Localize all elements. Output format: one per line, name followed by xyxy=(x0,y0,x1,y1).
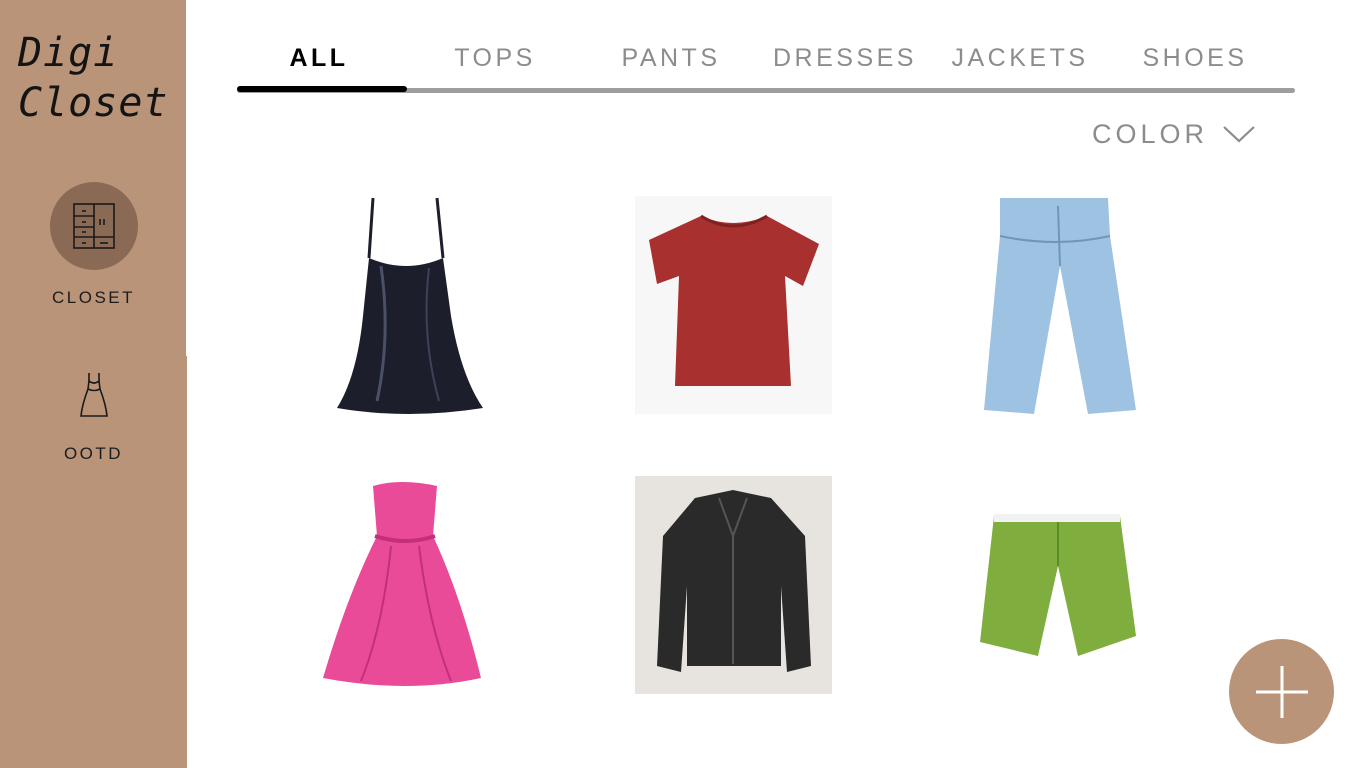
green-shorts-image xyxy=(960,476,1157,694)
tab-tops[interactable]: TOPS xyxy=(407,44,583,73)
wardrobe-icon xyxy=(72,203,115,249)
plus-icon xyxy=(1255,665,1308,718)
clothing-item-leather-jacket[interactable] xyxy=(635,476,832,694)
sidebar-item-label: OOTD xyxy=(63,444,124,463)
sidebar-item-closet[interactable]: CLOSET xyxy=(0,182,187,308)
ootd-icon-wrap xyxy=(69,370,119,420)
sidebar-divider xyxy=(186,0,187,356)
camisole-image xyxy=(311,196,508,414)
color-filter-label: COLOR xyxy=(1092,118,1209,149)
chevron-down-icon xyxy=(1223,126,1255,143)
dress-icon xyxy=(79,373,108,417)
tab-active-indicator xyxy=(237,86,407,92)
sidebar-item-label: CLOSET xyxy=(51,288,136,307)
tab-pants[interactable]: PANTS xyxy=(583,44,759,73)
app-title-line1: Digi xyxy=(18,30,119,76)
leather-jacket-image xyxy=(635,476,832,694)
sidebar-item-ootd[interactable]: OOTD xyxy=(0,370,187,464)
app-logo: Digi Closet xyxy=(18,28,169,128)
tab-shoes[interactable]: SHOES xyxy=(1107,44,1283,73)
app-title-line2: Closet xyxy=(18,80,169,126)
tab-dresses[interactable]: DRESSES xyxy=(757,44,933,73)
tab-jackets[interactable]: JACKETS xyxy=(932,44,1108,73)
clothing-item-camisole[interactable] xyxy=(311,196,508,414)
category-tabs: ALL TOPS PANTS DRESSES JACKETS SHOES xyxy=(237,44,1297,96)
jeans-image xyxy=(960,196,1157,414)
pink-dress-image xyxy=(311,476,508,694)
add-item-button[interactable] xyxy=(1229,639,1334,744)
color-filter-dropdown[interactable]: COLOR xyxy=(1092,116,1256,152)
clothing-item-green-shorts[interactable] xyxy=(960,476,1157,694)
clothing-item-jeans[interactable] xyxy=(960,196,1157,414)
clothing-item-tshirt[interactable] xyxy=(635,196,832,414)
closet-icon-circle xyxy=(49,182,138,270)
clothing-item-pink-dress[interactable] xyxy=(311,476,508,694)
tshirt-image xyxy=(635,196,832,414)
sidebar: Digi Closet CLOSET OOTD xyxy=(0,0,187,768)
tab-all[interactable]: ALL xyxy=(234,44,404,73)
